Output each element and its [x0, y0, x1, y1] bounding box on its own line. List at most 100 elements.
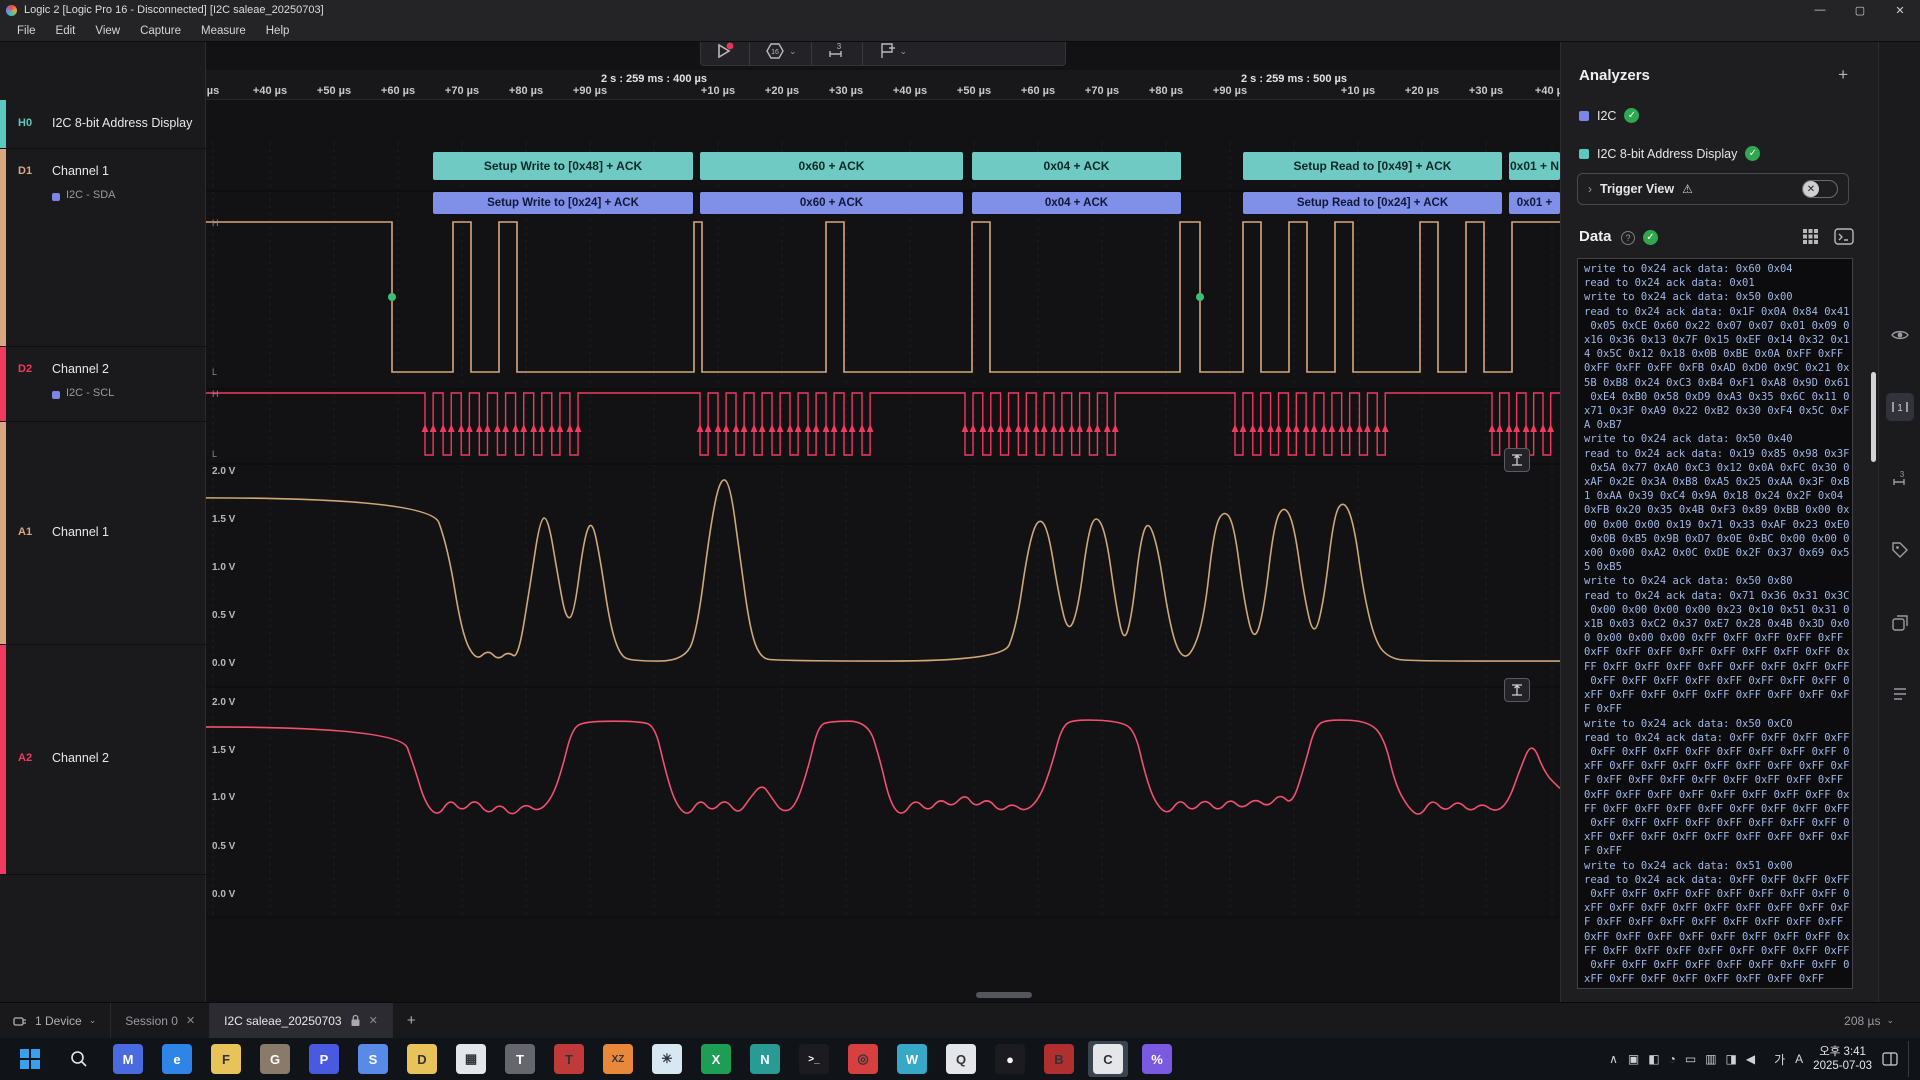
waveform-area[interactable]: 2 s : 259 ms : 400 µs2 s : 259 ms : 500 …: [206, 42, 1560, 1002]
taskbar-app-book[interactable]: B: [1039, 1041, 1079, 1077]
menu-view[interactable]: View: [86, 23, 129, 39]
show-desktop-button[interactable]: [1908, 1041, 1912, 1077]
tray-icon[interactable]: ▣: [1628, 1052, 1639, 1066]
tray-expand-caret[interactable]: ∧: [1609, 1052, 1618, 1066]
taskbar-app-snow-icon: ✳: [652, 1044, 682, 1074]
taskbar-app-save[interactable]: S: [353, 1041, 393, 1077]
tray-icon[interactable]: ◧: [1648, 1052, 1659, 1066]
taskbar-app-gimp[interactable]: G: [255, 1041, 295, 1077]
taskbar-app-everything[interactable]: Q: [941, 1041, 981, 1077]
taskbar-app-files[interactable]: F: [206, 1041, 246, 1077]
i2c-annotation-block[interactable]: 0x01 +: [1509, 192, 1560, 214]
menu-capture[interactable]: Capture: [131, 23, 190, 39]
trigger-view-toggle[interactable]: ✕: [1802, 180, 1838, 198]
taskbar-app-blue[interactable]: P: [304, 1041, 344, 1077]
i2c-8bit-annotation-block[interactable]: 0x04 + ACK: [972, 152, 1181, 180]
taskbar-clock[interactable]: 오후 3:41 2025-07-03: [1813, 1045, 1872, 1073]
taskbar-app-edge[interactable]: e: [157, 1041, 197, 1077]
channel-name-label: Channel 2: [52, 362, 109, 376]
help-icon[interactable]: ?: [1621, 231, 1635, 245]
i2c-8bit-annotation-block[interactable]: 0x01 + N: [1509, 152, 1560, 180]
taskbar-app-target[interactable]: ◎: [843, 1041, 883, 1077]
taskbar-app-dot[interactable]: ●: [990, 1041, 1030, 1077]
notification-icon[interactable]: [1882, 1052, 1898, 1066]
tray-icon[interactable]: ◀: [1746, 1052, 1755, 1066]
maximize-button[interactable]: ▢: [1840, 0, 1880, 20]
taskbar-app-terminal[interactable]: >_: [794, 1041, 834, 1077]
channel-row-a1[interactable]: A1Channel 1: [0, 422, 206, 645]
horizontal-scrollbar[interactable]: [976, 992, 1032, 998]
timing-markers-button[interactable]: 3: [812, 42, 862, 65]
taskbar-app-xz[interactable]: XZ: [598, 1041, 638, 1077]
measurements-button[interactable]: 3: [1886, 465, 1914, 493]
channel-color-strip: [0, 347, 6, 421]
tray-icon[interactable]: ▥: [1705, 1052, 1716, 1066]
analyzer-item-i2c-8bit[interactable]: I2C 8-bit Address Display✓: [1579, 146, 1760, 161]
data-output-line: FF 0xFF 0xFF 0xFF 0xFF 0xFF 0xFF 0xFF 0x…: [1584, 802, 1846, 816]
taskbar-app-mail[interactable]: M: [108, 1041, 148, 1077]
i2c-annotation-block[interactable]: 0x04 + ACK: [972, 192, 1181, 214]
add-analyzer-button[interactable]: +: [1838, 65, 1848, 85]
i2c-8bit-annotation-block[interactable]: Setup Read to [0x49] + ACK: [1243, 152, 1502, 180]
taskbar-app-pinwheel[interactable]: W: [892, 1041, 932, 1077]
annotations-eye-button[interactable]: [1886, 321, 1914, 349]
menu-file[interactable]: File: [8, 23, 45, 39]
data-terminal-view-button[interactable]: [1834, 228, 1856, 246]
channel-row-d1[interactable]: D1Channel 1I2C - SDA: [0, 149, 206, 347]
i2c-8bit-annotation-block[interactable]: Setup Write to [0x48] + ACK: [433, 152, 693, 180]
close-tab-icon[interactable]: ✕: [369, 1014, 378, 1027]
taskbar-app-snow[interactable]: ✳: [647, 1041, 687, 1077]
taskbar-app-tred[interactable]: T: [549, 1041, 589, 1077]
measure-button-analog2[interactable]: [1504, 678, 1530, 702]
tray-icon[interactable]: ▭: [1685, 1052, 1696, 1066]
zoom-level-control[interactable]: 208 µs ⌄: [1844, 1014, 1894, 1028]
menu-edit[interactable]: Edit: [47, 23, 85, 39]
notes-button[interactable]: [1886, 680, 1914, 708]
tray-icon[interactable]: ◨: [1726, 1052, 1737, 1066]
taskbar-app-globe[interactable]: N: [745, 1041, 785, 1077]
panel-scrollbar[interactable]: [1871, 372, 1876, 462]
tab-capture-active[interactable]: I2C saleae_20250703 ✕: [210, 1003, 393, 1038]
analyzer-color-swatch: [52, 391, 60, 399]
channel-row-a2[interactable]: A2Channel 2: [0, 645, 206, 875]
new-capture-button[interactable]: +: [393, 1012, 430, 1029]
annotations-button[interactable]: ⌄: [863, 42, 922, 65]
data-output-box[interactable]: write to 0x24 ack data: 0x60 0x04read to…: [1577, 258, 1853, 989]
trigger-view-row[interactable]: › Trigger View ⚠ ✕: [1577, 173, 1849, 205]
measure-button-analog1[interactable]: [1504, 448, 1530, 472]
taskbar-app-folder[interactable]: D: [402, 1041, 442, 1077]
close-tab-icon[interactable]: ✕: [186, 1014, 195, 1027]
capture-info-button[interactable]: 1: [1886, 393, 1914, 421]
taskbar-app-capture[interactable]: C: [1088, 1041, 1128, 1077]
tray-icon[interactable]: ◔: [1669, 1052, 1676, 1066]
bookmarks-button[interactable]: [1886, 536, 1914, 564]
tab-session-0[interactable]: Session 0 ✕: [111, 1003, 210, 1038]
channel-row-d2[interactable]: D2Channel 2I2C - SCL: [0, 347, 206, 422]
i2c-annotation-block[interactable]: Setup Read to [0x24] + ACK: [1243, 192, 1502, 214]
taskbar-app-wrench[interactable]: %: [1137, 1041, 1177, 1077]
captures-button[interactable]: [1886, 609, 1914, 637]
i2c-annotation-block[interactable]: Setup Write to [0x24] + ACK: [433, 192, 693, 214]
i2c-8bit-annotation-block[interactable]: 0x60 + ACK: [700, 152, 963, 180]
analyzer-item-i2c[interactable]: I2C✓: [1579, 108, 1639, 123]
data-grid-view-button[interactable]: [1802, 228, 1824, 246]
menu-help[interactable]: Help: [257, 23, 299, 39]
menu-measure[interactable]: Measure: [192, 23, 255, 39]
device-settings-button[interactable]: 16 ⌄: [750, 42, 811, 65]
channel-row-h0[interactable]: H0I2C 8-bit Address Display: [0, 100, 206, 149]
taskbar-app-tool[interactable]: T: [500, 1041, 540, 1077]
ime-mode-indicator[interactable]: A: [1795, 1052, 1803, 1066]
taskbar-app-photos[interactable]: ▦: [451, 1041, 491, 1077]
title-bar[interactable]: Logic 2 [Logic Pro 16 - Disconnected] [I…: [0, 0, 1920, 20]
run-capture-button[interactable]: [701, 42, 749, 65]
taskbar-search[interactable]: [59, 1041, 99, 1077]
data-output-line: 0x00 0x00 0x00 0x00 0x23 0x10 0x51 0x31 …: [1584, 603, 1846, 617]
minimize-button[interactable]: —: [1800, 0, 1840, 20]
taskbar-start[interactable]: [10, 1041, 50, 1077]
device-selector[interactable]: 1 Device ⌄: [0, 1003, 111, 1038]
data-output-line: 0xFF 0xFF 0xFF 0xFF 0xFF 0xFF 0xFF 0xFF …: [1584, 674, 1846, 688]
i2c-annotation-block[interactable]: 0x60 + ACK: [700, 192, 963, 214]
ime-korean-indicator[interactable]: 가: [1774, 1051, 1785, 1068]
close-button[interactable]: ✕: [1880, 0, 1920, 20]
taskbar-app-excel[interactable]: X: [696, 1041, 736, 1077]
